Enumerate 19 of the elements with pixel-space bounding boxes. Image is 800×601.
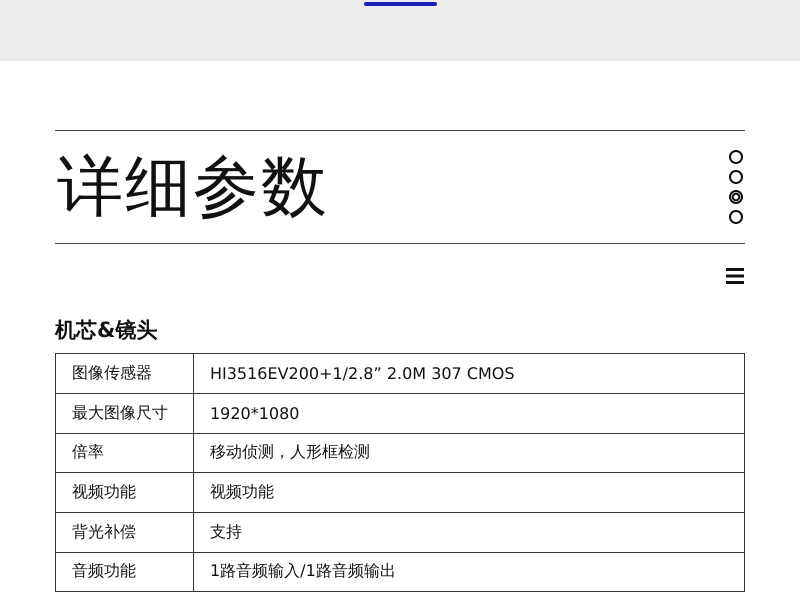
menu-icon[interactable] (726, 268, 744, 284)
table-cell: 背光补偿 (56, 512, 194, 552)
page-title: 详细参数 (57, 154, 329, 220)
table-cell: 1路音频输入/1路音频输出 (194, 552, 744, 592)
table-cell: 1920*1080 (194, 393, 744, 434)
section-heading: 机芯&镜头 (55, 318, 158, 344)
table-cell: 视频功能 (56, 472, 194, 512)
page-dot[interactable] (729, 150, 743, 164)
table-cell: 移动侦测，人形框检测 (194, 433, 744, 473)
table-cell: 图像传感器 (56, 354, 194, 394)
page-dot[interactable] (729, 190, 743, 204)
table-cell: 倍率 (56, 433, 194, 473)
page-dot[interactable] (729, 170, 743, 184)
page-dot[interactable] (729, 210, 743, 224)
table-cell: 视频功能 (194, 472, 744, 512)
table-cell: 最大图像尺寸 (56, 393, 194, 434)
table-cell: 音频功能 (56, 552, 194, 592)
table-cell: 支持 (194, 512, 744, 552)
table-cell: HI3516EV200+1/2.8” 2.0M 307 CMOS (194, 354, 744, 394)
